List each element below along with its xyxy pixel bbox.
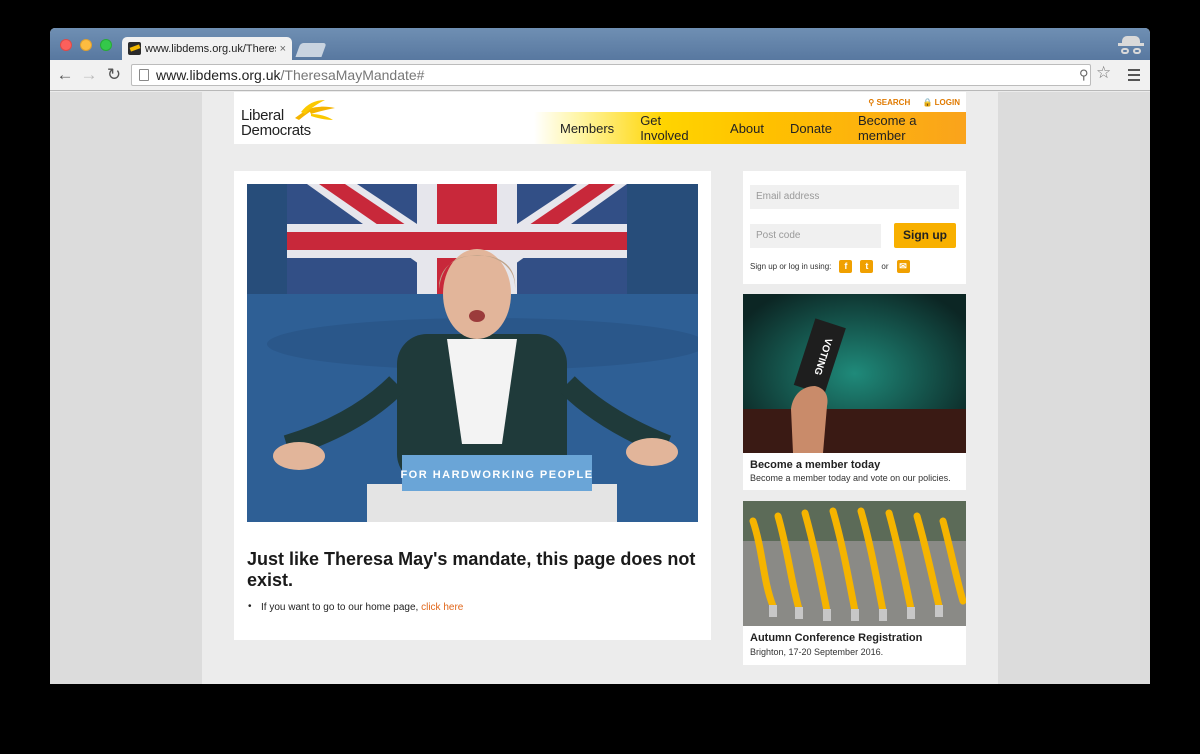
- incognito-icon: [1118, 33, 1144, 57]
- promo-title: Autumn Conference Registration: [750, 632, 923, 644]
- hero-image: FOR HARDWORKING PEOPLE: [247, 184, 698, 522]
- hero-banner-text: FOR HARDWORKING PEOPLE: [400, 469, 593, 481]
- nav-donate[interactable]: Donate: [790, 121, 832, 136]
- facebook-icon[interactable]: f: [839, 260, 853, 273]
- url-path: /TheresaMayMandate#: [280, 67, 425, 83]
- promo-autumn-conference[interactable]: Autumn Conference Registration Brighton,…: [743, 501, 966, 665]
- nav-become-a-member[interactable]: Become a member: [858, 113, 954, 143]
- page-viewport: Liberal Democrats ⚲ SEARCH 🔒 LOGIN Membe…: [50, 92, 1150, 684]
- promo-title: Become a member today: [750, 459, 881, 471]
- utility-links: ⚲ SEARCH 🔒 LOGIN: [858, 98, 960, 107]
- close-window-button[interactable]: [60, 39, 72, 51]
- search-icon[interactable]: ⚲: [1079, 67, 1089, 83]
- page-icon: [139, 69, 149, 81]
- home-page-link[interactable]: click here: [421, 602, 463, 613]
- new-tab-button[interactable]: [295, 43, 327, 57]
- or-text: or: [881, 262, 889, 271]
- voting-card-image: VOTING: [743, 294, 966, 453]
- promo-become-member[interactable]: VOTING Become a member today Become a me…: [743, 294, 966, 490]
- home-page-bullet: If you want to go to our home page, clic…: [248, 601, 463, 613]
- back-arrow-icon[interactable]: ←: [55, 65, 75, 85]
- tab-bar: www.libdems.org.uk/Theres ×: [50, 28, 1150, 60]
- bird-icon: [295, 100, 335, 120]
- promo-subtitle: Become a member today and vote on our po…: [750, 473, 951, 483]
- browser-toolbar: ← → ↻ www.libdems.org.uk/TheresaMayManda…: [50, 60, 1150, 91]
- bullet-text: If you want to go to our home page,: [261, 602, 422, 613]
- nav-get-involved[interactable]: Get Involved: [640, 113, 704, 143]
- nav-members[interactable]: Members: [560, 121, 614, 136]
- browser-window: www.libdems.org.uk/Theres × ← → ↻ www.li…: [50, 28, 1150, 684]
- menu-icon[interactable]: [1128, 69, 1140, 81]
- promo-subtitle: Brighton, 17-20 September 2016.: [750, 647, 884, 657]
- zoom-window-button[interactable]: [100, 39, 112, 51]
- social-label: Sign up or log in using:: [750, 262, 832, 271]
- login-link[interactable]: 🔒 LOGIN: [922, 98, 960, 107]
- logo-line-2: Democrats: [241, 122, 311, 139]
- nav-about[interactable]: About: [730, 121, 764, 136]
- liberal-democrats-logo[interactable]: Liberal Democrats: [241, 98, 341, 142]
- main-content-card: FOR HARDWORKING PEOPLE Just like Theresa…: [234, 171, 711, 640]
- sign-up-button[interactable]: Sign up: [894, 223, 956, 248]
- twitter-icon[interactable]: t: [860, 260, 874, 273]
- email-field[interactable]: Email address: [750, 185, 959, 209]
- address-bar[interactable]: www.libdems.org.uk/TheresaMayMandate#: [131, 64, 1091, 86]
- browser-tab[interactable]: www.libdems.org.uk/Theres ×: [122, 37, 292, 60]
- page-heading: Just like Theresa May's mandate, this pa…: [247, 549, 696, 590]
- social-login: Sign up or log in using: f t or ✉: [750, 260, 910, 273]
- url-host: www.libdems.org.uk: [156, 67, 281, 83]
- main-nav: Members Get Involved About Donate Become…: [534, 112, 966, 144]
- reload-icon[interactable]: ↻: [104, 65, 124, 85]
- tab-title: www.libdems.org.uk/Theres: [145, 42, 276, 55]
- signup-card: Email address Post code Sign up Sign up …: [743, 171, 966, 284]
- lanyards-image: [743, 501, 966, 626]
- forward-arrow-icon[interactable]: →: [79, 65, 99, 85]
- tab-close-icon[interactable]: ×: [280, 43, 286, 55]
- page-container: Liberal Democrats ⚲ SEARCH 🔒 LOGIN Membe…: [202, 92, 998, 684]
- search-link[interactable]: ⚲ SEARCH: [868, 98, 910, 107]
- bookmark-star-icon[interactable]: ☆: [1096, 63, 1111, 83]
- site-header: Liberal Democrats ⚲ SEARCH 🔒 LOGIN Membe…: [234, 92, 966, 144]
- email-icon[interactable]: ✉: [896, 260, 910, 273]
- libdems-favicon-icon: [128, 42, 141, 55]
- minimize-window-button[interactable]: [80, 39, 92, 51]
- postcode-field[interactable]: Post code: [750, 224, 881, 248]
